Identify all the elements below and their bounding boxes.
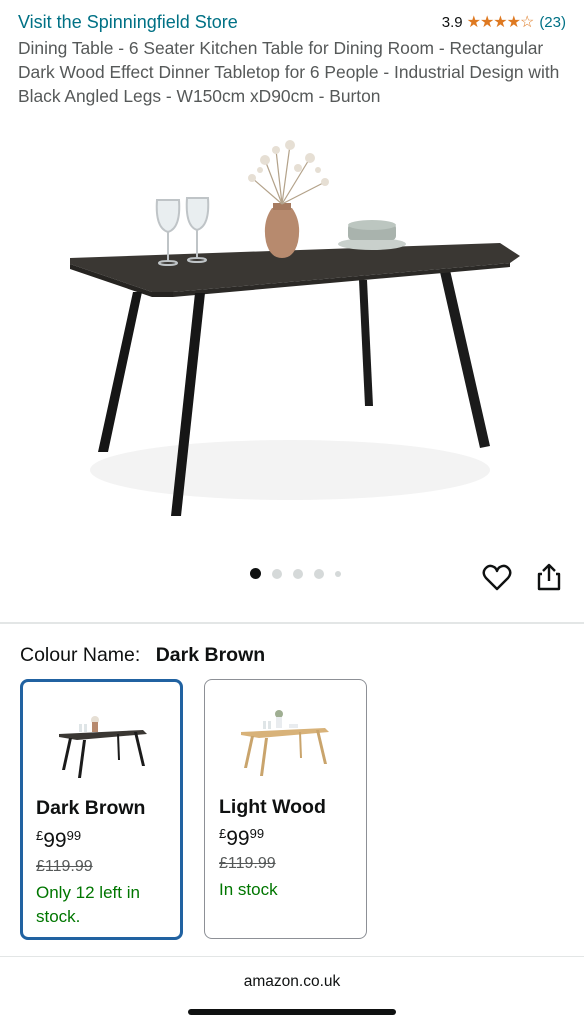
variant-light-wood[interactable]: Light Wood £9999 £119.99 In stock [204, 679, 367, 939]
carousel-dot[interactable] [271, 568, 282, 579]
rating-value: 3.9 [441, 13, 463, 31]
variant-thumbnail [241, 710, 329, 776]
store-row: Visit the Spinningfield Store 3.9 ★★★★☆ … [18, 10, 566, 34]
store-link[interactable]: Visit the Spinningfield Store [18, 12, 238, 33]
carousel-dot[interactable] [249, 568, 261, 579]
carousel-dot[interactable] [334, 570, 341, 577]
variant-name: Light Wood [219, 796, 326, 818]
star-rating-icon: ★★★★☆ [466, 14, 535, 31]
colour-selected-value: Dark Brown [155, 644, 266, 666]
variant-dark-brown[interactable]: Dark Brown £9999 £119.99 Only 12 left in… [20, 679, 183, 940]
variant-price: £9999 [36, 828, 81, 853]
variant-name: Dark Brown [36, 797, 146, 819]
url-domain[interactable]: amazon.co.uk [0, 973, 584, 991]
carousel-dot[interactable] [313, 568, 324, 579]
availability: Only 12 left in stock. [36, 883, 140, 926]
product-image[interactable] [40, 130, 540, 550]
share-icon[interactable] [536, 562, 562, 592]
availability: In stock [219, 880, 278, 899]
section-divider [0, 622, 584, 624]
product-title: Dining Table - 6 Seater Kitchen Table fo… [18, 38, 560, 106]
rating-summary[interactable]: 3.9 ★★★★☆ (23) [442, 12, 566, 32]
colour-name-row: Colour Name: Dark Brown [20, 644, 265, 667]
browser-bottom-bar: amazon.co.uk [0, 956, 584, 1024]
variant-price: £9999 [219, 826, 264, 851]
was-price: £119.99 [36, 858, 93, 875]
colour-label: Colour Name: [20, 644, 141, 666]
home-indicator[interactable] [188, 1009, 396, 1015]
price-fraction: 99 [66, 828, 82, 843]
variant-thumbnail [59, 716, 147, 778]
heart-icon[interactable] [482, 564, 512, 592]
carousel-dot[interactable] [292, 568, 303, 579]
rating-count[interactable]: (23) [539, 14, 566, 31]
price-whole: 99 [226, 827, 250, 850]
price-whole: 99 [43, 829, 67, 852]
price-fraction: 99 [249, 826, 265, 841]
was-price: £119.99 [219, 855, 276, 872]
